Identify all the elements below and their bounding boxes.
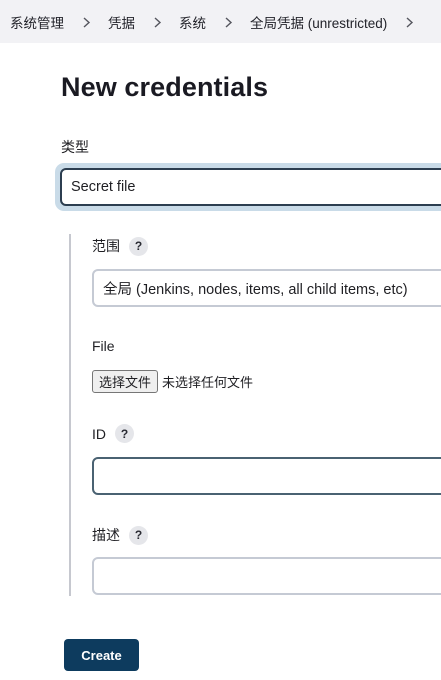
help-icon[interactable]: ? [115, 424, 134, 443]
chevron-right-icon [64, 14, 108, 30]
file-status: 未选择任何文件 [162, 375, 254, 390]
type-label: 类型 [61, 139, 89, 155]
description-field-label: 描述 ? [92, 525, 148, 545]
breadcrumb-item-credentials[interactable]: 凭据 [108, 12, 135, 32]
scope-label: 范围 [92, 238, 120, 254]
type-select[interactable]: Secret file [60, 168, 441, 206]
help-icon[interactable]: ? [129, 525, 148, 545]
id-field-label: ID ? [92, 424, 134, 443]
page-title: New credentials [61, 72, 269, 102]
id-input[interactable] [92, 457, 441, 495]
breadcrumb-item-system-management[interactable]: 系统管理 [10, 12, 64, 32]
file-label: File [92, 338, 115, 354]
chevron-right-icon[interactable] [387, 14, 431, 30]
chevron-right-icon [135, 14, 179, 30]
breadcrumb: 系统管理 凭据 系统 全局凭据 (unrestricted) [0, 0, 441, 43]
breadcrumb-item-system[interactable]: 系统 [179, 12, 206, 32]
description-input[interactable] [92, 557, 441, 595]
breadcrumb-item-global-credentials[interactable]: 全局凭据 (unrestricted) [250, 12, 387, 32]
id-label: ID [92, 425, 106, 442]
file-field-label: File [92, 338, 115, 354]
type-select-focus-ring: Secret file [55, 163, 441, 211]
chevron-right-icon [206, 14, 250, 30]
description-label: 描述 [92, 527, 120, 543]
choose-file-button[interactable]: 选择文件 [92, 370, 159, 393]
scope-field-label: 范围 ? [92, 236, 148, 256]
create-button[interactable]: Create [64, 639, 139, 671]
file-input: 选择文件 未选择任何文件 [92, 370, 253, 393]
help-icon[interactable]: ? [129, 236, 148, 256]
scope-select[interactable]: 全局 (Jenkins, nodes, items, all child ite… [92, 269, 441, 307]
nested-section-divider [69, 234, 71, 596]
